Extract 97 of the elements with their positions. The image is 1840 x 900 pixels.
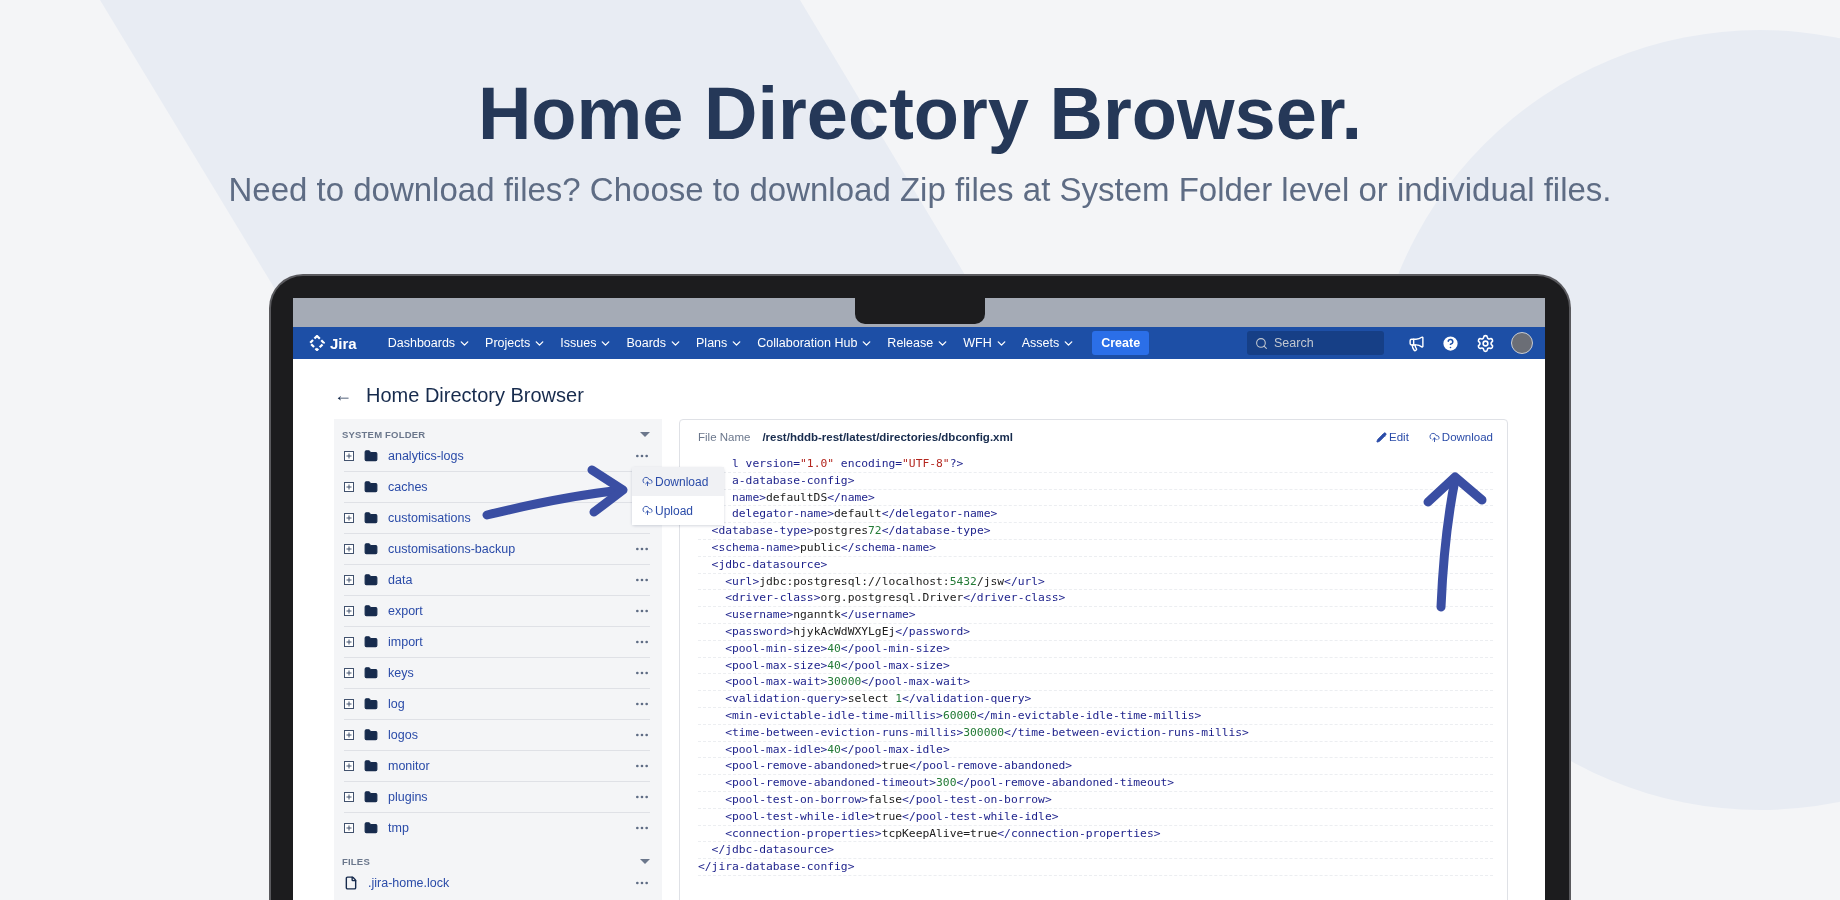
folder-icon [364, 542, 378, 556]
code-line: <connection-properties>tcpKeepAlive=true</connection-properties> [698, 825, 1493, 843]
folder-link[interactable]: data [388, 573, 624, 587]
folder-link[interactable]: log [388, 697, 624, 711]
help-icon[interactable] [1441, 333, 1460, 353]
nav-menu-item[interactable]: Assets [1016, 332, 1081, 354]
expand-icon[interactable] [344, 575, 354, 585]
code-line: <driver-class>org.postgresql.Driver</driver-class> [698, 590, 1493, 608]
folder-icon [364, 635, 378, 649]
folder-icon [364, 697, 378, 711]
folder-icon [364, 449, 378, 463]
folder-link[interactable]: analytics-logs [388, 449, 624, 463]
folder-link[interactable]: keys [388, 666, 624, 680]
nav-menu-item[interactable]: Collaboration Hub [752, 332, 879, 354]
subheadline: Need to download files? Choose to download Zip files at System Folder level or individual files. [228, 170, 1612, 210]
pencil-icon [1376, 431, 1387, 443]
logo-text: Jira [330, 334, 357, 352]
code-line: <time-between-eviction-runs-millis>300000</time-between-eviction-runs-millis> [698, 724, 1493, 742]
nav-menu-item[interactable]: Release [882, 332, 955, 354]
settings-icon[interactable] [1476, 333, 1495, 353]
expand-icon[interactable] [344, 544, 354, 554]
expand-icon[interactable] [344, 637, 354, 647]
section-title: SYSTEM FOLDER [342, 428, 426, 440]
code-line: l version="1.0" encoding="UTF-8"?> [698, 456, 1493, 473]
code-line: <pool-max-size>40</pool-max-size> [698, 657, 1493, 675]
folder-icon [364, 728, 378, 742]
expand-icon[interactable] [344, 792, 354, 802]
expand-icon[interactable] [344, 699, 354, 709]
code-line: <pool-min-size>40</pool-min-size> [698, 640, 1493, 658]
folder-icon [364, 511, 378, 525]
folder-link[interactable]: logos [388, 728, 624, 742]
code-line: <validation-query>select 1</validation-query> [698, 691, 1493, 708]
logo-icon [309, 335, 325, 351]
folder-icon [364, 604, 378, 618]
code-line: <pool-max-idle>40</pool-max-idle> [698, 741, 1493, 759]
expand-icon[interactable] [344, 761, 354, 771]
code-line: <pool-test-while-idle>true</pool-test-while-idle> [698, 808, 1493, 826]
code-line: <pool-remove-abandoned>true</pool-remove-abandoned> [698, 758, 1493, 776]
code-line: <pool-remove-abandoned-timeout>300</pool-remove-abandoned-timeout> [698, 775, 1493, 792]
code-line: </jira-database-config> [698, 859, 1493, 876]
megaphone-icon[interactable] [1408, 334, 1425, 352]
expand-icon[interactable] [344, 606, 354, 616]
file-link[interactable]: .jira-home.lock [368, 876, 624, 890]
section-title: FILES [342, 855, 370, 867]
folder-link[interactable]: import [388, 635, 624, 649]
cloud-icon [642, 476, 653, 487]
folder-link[interactable]: tmp [388, 821, 624, 835]
download-link[interactable]: Download [1428, 431, 1493, 443]
code-line: </jdbc-datasource> [698, 842, 1493, 860]
expand-icon[interactable] [344, 823, 354, 833]
expand-icon[interactable] [344, 451, 354, 461]
file-icon [344, 876, 358, 890]
nav-menu-item[interactable]: Boards [621, 332, 687, 354]
menu-item[interactable]: Upload [632, 496, 724, 525]
folder-link[interactable]: monitor [388, 759, 624, 773]
folder-icon [364, 666, 378, 680]
nav-menu-item[interactable]: Plans [691, 332, 749, 354]
avatar[interactable] [1511, 332, 1533, 354]
edit-link[interactable]: Edit [1376, 431, 1409, 443]
nav-menu-item[interactable]: Projects [480, 332, 552, 354]
expand-icon[interactable] [344, 482, 354, 492]
nav-menu-item[interactable]: Dashboards [382, 332, 477, 354]
cloud-icon [642, 505, 653, 516]
expand-icon[interactable] [344, 668, 354, 678]
search-field[interactable]: Search [1247, 331, 1384, 355]
folder-icon [364, 759, 378, 773]
caret-icon[interactable] [640, 431, 650, 437]
create-button[interactable]: Create [1092, 331, 1150, 355]
folder-icon [364, 790, 378, 804]
headline: Home Directory Browser. [477, 74, 1363, 154]
code-line: <schema-name>public</schema-name> [698, 540, 1493, 557]
search-icon [1255, 337, 1268, 350]
caret-icon[interactable] [640, 858, 650, 864]
code-line: <username>nganntk</username> [698, 607, 1493, 624]
page-title: Home Directory Browser [366, 383, 584, 407]
folder-icon [364, 480, 378, 494]
code-line: <min-evictable-idle-time-millis>60000</min-evictable-idle-time-millis> [698, 707, 1493, 725]
back-button[interactable]: ← [334, 384, 352, 406]
code-line: <jdbc-datasource> [698, 556, 1493, 574]
expand-icon[interactable] [344, 513, 354, 523]
file-name-label: File Name [698, 431, 751, 443]
code-line: <url>jdbc:postgresql://localhost:5432/jsw</url> [698, 573, 1493, 591]
folder-icon [364, 821, 378, 835]
code-line: <database-type>postgres72</database-type> [698, 523, 1493, 540]
expand-icon[interactable] [344, 730, 354, 740]
nav-menu-item[interactable]: WFH [958, 332, 1013, 354]
code-line: <pool-test-on-borrow>false</pool-test-on-borrow> [698, 791, 1493, 809]
code-line: <pool-max-wait>30000</pool-max-wait> [698, 674, 1493, 692]
menu-item[interactable]: Download [632, 467, 724, 496]
folder-link[interactable]: plugins [388, 790, 624, 804]
cloud-icon [1428, 431, 1440, 443]
file-path: /rest/hddb-rest/latest/directories/dbconfig.xml [762, 431, 1014, 443]
folder-link[interactable]: export [388, 604, 624, 618]
folder-link[interactable]: customisations-backup [388, 542, 624, 556]
nav-menu-item[interactable]: Issues [555, 332, 618, 354]
folder-icon [364, 573, 378, 587]
code-line: <password>hjykAcWdWXYLgEj</password> [698, 623, 1493, 641]
